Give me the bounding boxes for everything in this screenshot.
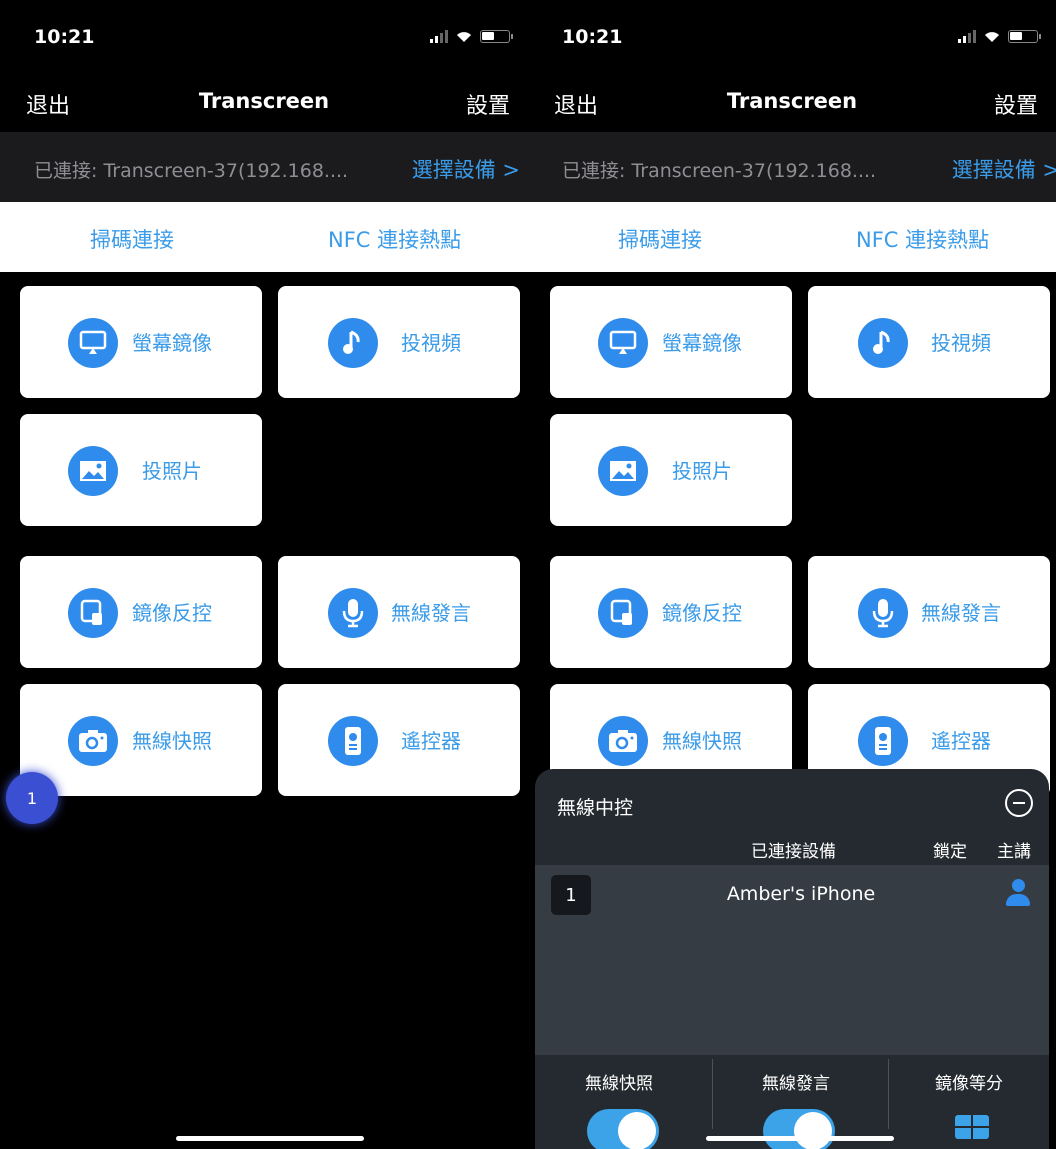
snapshot-toggle-label: 無線快照: [585, 1074, 653, 1094]
status-bar: 10:21: [0, 0, 528, 74]
cast-video-label: 投視頻: [931, 331, 991, 355]
presenter-user-icon[interactable]: [1005, 879, 1031, 909]
scan-connect-tab[interactable]: 掃碼連接: [618, 224, 702, 254]
panel-title: 無線中控: [557, 797, 634, 819]
app-title: Transcreen: [726, 89, 858, 113]
scan-connect-tab[interactable]: 掃碼連接: [90, 224, 174, 254]
nfc-hotspot-tab[interactable]: NFC 連接熱點: [856, 224, 989, 254]
cast-video-card[interactable]: 投視頻: [278, 286, 520, 398]
signal-icon: [430, 30, 448, 43]
cast-photo-card[interactable]: 投照片: [550, 414, 792, 526]
signal-icon: [958, 30, 976, 43]
screen-mirror-card[interactable]: 螢幕鏡像: [550, 286, 792, 398]
cast-video-label: 投視頻: [401, 331, 461, 355]
select-device-link[interactable]: 選擇設備 >: [952, 154, 1056, 184]
divider: [712, 1059, 713, 1129]
mirror-control-card[interactable]: 鏡像反控: [550, 556, 792, 668]
wireless-speech-card[interactable]: 無線發言: [808, 556, 1050, 668]
wireless-snapshot-label: 無線快照: [662, 729, 742, 753]
speech-toggle[interactable]: [763, 1109, 835, 1149]
split-grid-icon[interactable]: [955, 1115, 989, 1139]
host-column-header: 主講: [997, 842, 1031, 862]
nfc-hotspot-tab[interactable]: NFC 連接熱點: [328, 224, 461, 254]
screen-mirror-label: 螢幕鏡像: [132, 331, 212, 355]
floating-device-badge[interactable]: 1: [6, 772, 58, 824]
screen-mirror-label: 螢幕鏡像: [662, 331, 742, 355]
collapse-icon[interactable]: [1005, 789, 1033, 817]
nav-bar: 退出 Transcreen 設置: [528, 74, 1056, 132]
split-screen-label: 鏡像等分: [935, 1074, 1003, 1094]
connection-status: 已連接: Transcreen-37(192.168....: [34, 160, 349, 182]
remote-control-card[interactable]: 遙控器: [278, 684, 520, 796]
lock-column-header: 鎖定: [933, 842, 967, 862]
connection-status: 已連接: Transcreen-37(192.168....: [562, 160, 877, 182]
mirror-control-label: 鏡像反控: [662, 601, 742, 625]
phone-screen-left: 10:21 退出 Transcreen 設置 已連接: Transcreen-3…: [0, 0, 528, 1149]
mirror-control-label: 鏡像反控: [132, 601, 212, 625]
remote-control-label: 遙控器: [931, 729, 991, 753]
wireless-snapshot-label: 無線快照: [132, 729, 212, 753]
mirror-control-card[interactable]: 鏡像反控: [20, 556, 262, 668]
battery-icon: [480, 30, 513, 43]
status-time: 10:21: [34, 26, 95, 48]
wireless-speech-card[interactable]: 無線發言: [278, 556, 520, 668]
cast-photo-label: 投照片: [142, 459, 202, 483]
phone-screen-right: 10:21 退出 Transcreen 設置 已連接: Transcreen-3…: [528, 0, 1056, 1149]
settings-button[interactable]: 設置: [994, 88, 1038, 120]
cast-photo-label: 投照片: [672, 459, 732, 483]
snapshot-toggle[interactable]: [587, 1109, 659, 1149]
app-title: Transcreen: [198, 89, 330, 113]
wireless-snapshot-card[interactable]: 無線快照: [20, 684, 262, 796]
status-icons: [430, 30, 513, 43]
connection-bar: 已連接: Transcreen-37(192.168.... 選擇設備 >: [0, 132, 528, 202]
screen-mirror-card[interactable]: 螢幕鏡像: [20, 286, 262, 398]
cast-video-card[interactable]: 投視頻: [808, 286, 1050, 398]
wireless-control-panel: 無線中控 已連接設備 鎖定 主講 1 Amber's iPhone 無線快照 無…: [535, 769, 1049, 1149]
home-indicator: [706, 1136, 894, 1141]
speech-toggle-label: 無線發言: [762, 1074, 830, 1094]
wireless-speech-label: 無線發言: [391, 601, 471, 625]
status-time: 10:21: [562, 26, 623, 48]
connect-mode-bar: 掃碼連接 NFC 連接熱點: [528, 202, 1056, 272]
settings-button[interactable]: 設置: [466, 88, 510, 120]
nav-bar: 退出 Transcreen 設置: [0, 74, 528, 132]
battery-icon: [1008, 30, 1041, 43]
device-name: Amber's iPhone: [726, 883, 876, 905]
wifi-icon: [457, 32, 471, 42]
home-indicator: [176, 1136, 364, 1141]
remote-control-label: 遙控器: [401, 729, 461, 753]
device-list: 1 Amber's iPhone: [535, 865, 1049, 1055]
connection-bar: 已連接: Transcreen-37(192.168.... 選擇設備 >: [528, 132, 1056, 202]
status-icons: [958, 30, 1041, 43]
divider: [888, 1059, 889, 1129]
wifi-icon: [985, 32, 999, 42]
cast-photo-card[interactable]: 投照片: [20, 414, 262, 526]
wireless-speech-label: 無線發言: [921, 601, 1001, 625]
status-bar: 10:21: [528, 0, 1056, 74]
connect-mode-bar: 掃碼連接 NFC 連接熱點: [0, 202, 528, 272]
select-device-link[interactable]: 選擇設備 >: [412, 154, 520, 184]
connected-devices-header: 已連接設備: [751, 842, 836, 862]
